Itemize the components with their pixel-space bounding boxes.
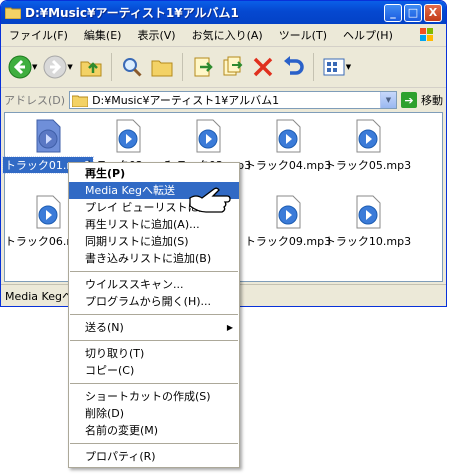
menu-tools[interactable]: ツール(T) <box>271 27 335 43</box>
address-dropdown-icon[interactable]: ▼ <box>380 92 396 108</box>
close-button[interactable]: X <box>424 3 442 22</box>
move-to-icon <box>194 57 213 77</box>
up-folder-button[interactable] <box>76 51 106 83</box>
menu-favorites[interactable]: お気に入り(A) <box>184 27 271 43</box>
file-name: トラック10.mp3 <box>324 235 412 248</box>
delete-button[interactable] <box>248 51 278 83</box>
menu-item-virus-scan[interactable]: ウイルススキャン... <box>69 276 239 293</box>
media-file-icon <box>356 119 381 153</box>
menu-help[interactable]: ヘルプ(H) <box>335 27 401 43</box>
copy-to-button[interactable] <box>218 51 248 83</box>
back-arrow-icon <box>8 55 32 79</box>
menu-item-add-to-burn-list[interactable]: 書き込みリストに追加(B) <box>69 250 239 267</box>
menu-bar: ファイル(F) 編集(E) 表示(V) お気に入り(A) ツール(T) ヘルプ(… <box>1 24 446 47</box>
file-item[interactable]: トラック04.mp3 <box>245 117 331 173</box>
toolbar-separator <box>181 53 183 81</box>
menu-item-copy[interactable]: コピー(C) <box>69 362 239 379</box>
move-to-button[interactable] <box>188 51 218 83</box>
menu-separator <box>70 443 238 444</box>
folder-icon <box>72 95 89 107</box>
windows-logo-icon <box>420 28 433 41</box>
menu-separator <box>70 314 238 315</box>
media-file-icon <box>356 195 381 229</box>
undo-icon <box>283 56 304 75</box>
menu-separator <box>70 383 238 384</box>
folders-icon <box>151 60 173 77</box>
folder-icon <box>5 7 21 19</box>
toolbar-separator <box>312 53 314 81</box>
address-input[interactable]: D:¥Music¥アーティスト1¥アルバム1 ▼ <box>69 91 397 109</box>
forward-arrow-icon <box>43 55 67 79</box>
title-bar[interactable]: D:¥Music¥アーティスト1¥アルバム1 _ □ X <box>1 1 446 24</box>
menu-item-add-to-playlist[interactable]: 再生リストに追加(A)... <box>69 216 239 233</box>
address-label: アドレス(D) <box>4 94 66 107</box>
minimize-button[interactable]: _ <box>384 3 402 22</box>
media-file-icon <box>36 195 61 229</box>
address-bar: アドレス(D) D:¥Music¥アーティスト1¥アルバム1 ▼ ➔ 移動 <box>1 88 446 112</box>
go-label: 移動 <box>421 94 443 107</box>
back-button[interactable] <box>5 51 35 83</box>
media-file-icon <box>116 119 141 153</box>
search-button[interactable] <box>117 51 147 83</box>
file-item[interactable]: トラック09.mp3 <box>245 193 331 249</box>
hand-cursor-icon <box>189 187 231 213</box>
up-folder-icon <box>80 61 102 77</box>
status-text: Media Kegへ <box>5 290 73 303</box>
toolbar-separator <box>110 53 112 81</box>
toolbar: ▼ ▼ ▼ <box>1 47 446 88</box>
file-name: トラック09.mp3 <box>244 235 332 248</box>
menu-item-play[interactable]: 再生(P) <box>69 165 239 182</box>
go-button[interactable]: ➔ 移動 <box>401 92 443 108</box>
search-icon <box>122 58 142 77</box>
go-arrow-icon: ➔ <box>401 92 417 108</box>
menu-item-send-to-label: 送る(N) <box>85 321 124 334</box>
file-name: トラック05.mp3 <box>324 159 412 172</box>
file-name: トラック04.mp3 <box>244 159 332 172</box>
menu-separator <box>70 340 238 341</box>
menu-item-send-to[interactable]: 送る(N) ▶ <box>69 319 239 336</box>
menu-view[interactable]: 表示(V) <box>129 27 183 43</box>
media-file-icon <box>36 119 61 153</box>
menu-item-cut[interactable]: 切り取り(T) <box>69 345 239 362</box>
menu-item-create-shortcut[interactable]: ショートカットの作成(S) <box>69 388 239 405</box>
views-button[interactable] <box>319 51 349 83</box>
file-item[interactable]: トラック10.mp3 <box>325 193 411 249</box>
menu-item-open-with[interactable]: プログラムから開く(H)... <box>69 293 239 310</box>
menu-item-rename[interactable]: 名前の変更(M) <box>69 422 239 439</box>
address-value: D:¥Music¥アーティスト1¥アルバム1 <box>92 94 280 107</box>
folders-button[interactable] <box>147 51 177 83</box>
views-icon <box>323 58 345 76</box>
menu-edit[interactable]: 編集(E) <box>76 27 130 43</box>
menu-separator <box>70 271 238 272</box>
delete-x-icon <box>253 57 273 77</box>
undo-button[interactable] <box>278 51 308 83</box>
forward-button[interactable] <box>40 51 70 83</box>
menu-file[interactable]: ファイル(F) <box>1 27 76 43</box>
media-file-icon <box>196 119 221 153</box>
file-item[interactable]: トラック05.mp3 <box>325 117 411 173</box>
menu-item-properties[interactable]: プロパティ(R) <box>69 448 239 465</box>
media-file-icon <box>276 195 301 229</box>
copy-to-icon <box>223 56 243 76</box>
media-file-icon <box>276 119 301 153</box>
maximize-button[interactable]: □ <box>404 3 422 22</box>
submenu-arrow-icon: ▶ <box>226 323 233 332</box>
window-title: D:¥Music¥アーティスト1¥アルバム1 <box>25 6 239 20</box>
menu-item-add-to-sync-list[interactable]: 同期リストに追加(S) <box>69 233 239 250</box>
menu-item-delete[interactable]: 削除(D) <box>69 405 239 422</box>
